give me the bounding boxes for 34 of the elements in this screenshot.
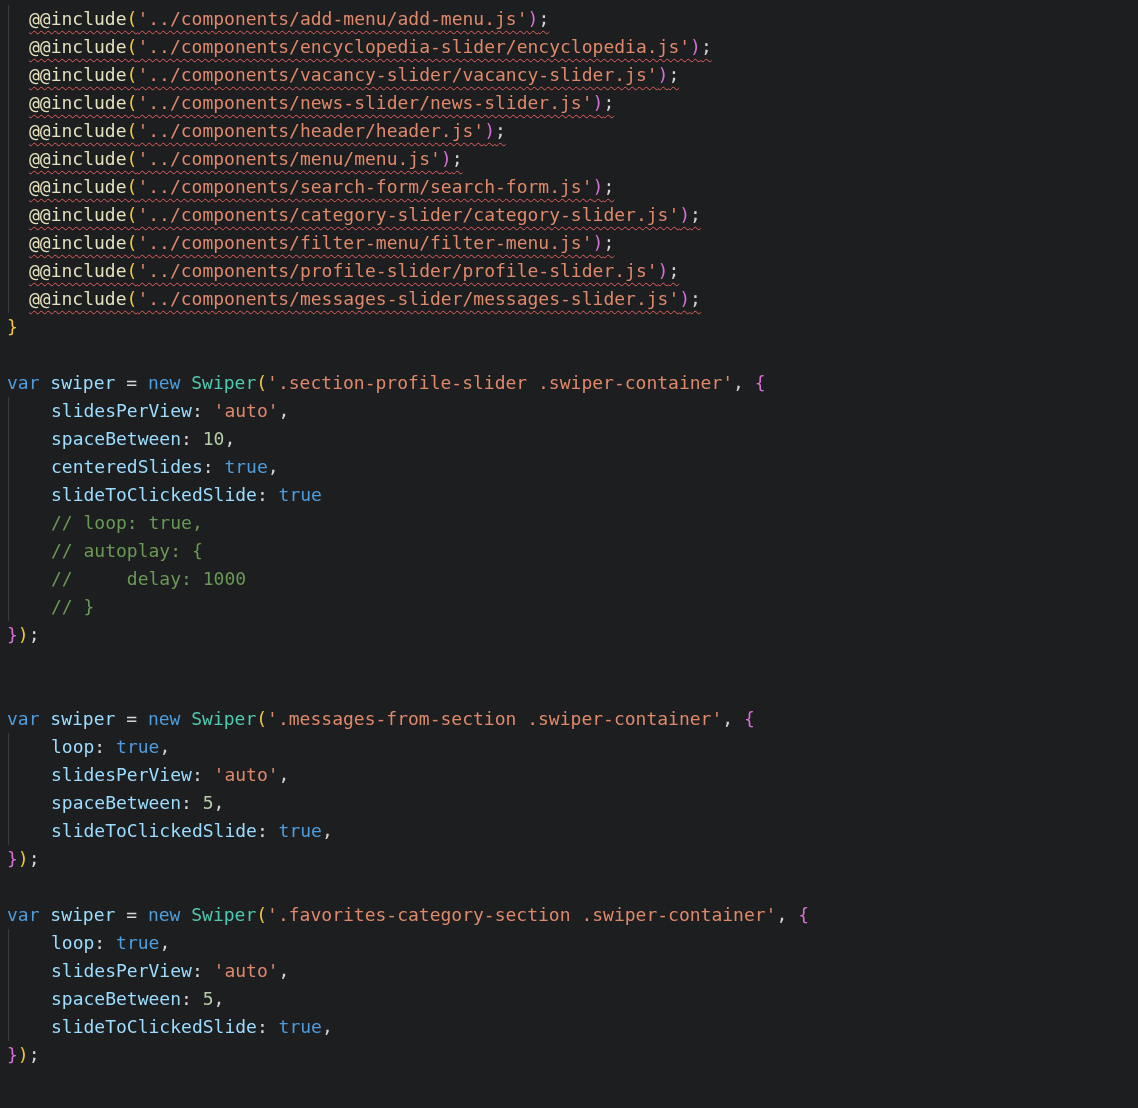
code-line: @@include('../components/news-slider/news-slider.js'); bbox=[29, 91, 615, 115]
code-line: // loop: true, bbox=[51, 511, 203, 535]
code-line: var swiper = new Swiper('.section-profile-slider .swiper-container', { bbox=[7, 371, 766, 395]
code-line: spaceBetween: 5, bbox=[51, 987, 225, 1011]
code-line: var swiper = new Swiper('.favorites-category-section .swiper-container', { bbox=[7, 903, 809, 927]
code-line: @@include('../components/encyclopedia-slider/encyclopedia.js'); bbox=[29, 35, 712, 59]
code-line: } bbox=[7, 315, 18, 339]
code-line: loop: true, bbox=[51, 931, 171, 955]
code-line: @@include('../components/menu/menu.js'); bbox=[29, 147, 463, 171]
code-line: slidesPerView: 'auto', bbox=[51, 763, 290, 787]
code-line: spaceBetween: 5, bbox=[51, 791, 225, 815]
code-line: slideToClickedSlide: true, bbox=[51, 1015, 333, 1039]
code-line: // delay: 1000 bbox=[51, 567, 247, 591]
code-line: // autoplay: { bbox=[51, 539, 203, 563]
code-line: @@include('../components/messages-slider/messages-slider.js'); bbox=[29, 287, 701, 311]
code-line: @@include('../components/profile-slider/profile-slider.js'); bbox=[29, 259, 680, 283]
code-line: // } bbox=[51, 595, 95, 619]
code-line: slidesPerView: 'auto', bbox=[51, 959, 290, 983]
code-line: @@include('../components/header/header.js'); bbox=[29, 119, 506, 143]
code-line: @@include('../components/category-slider/category-slider.js'); bbox=[29, 203, 701, 227]
code-line: loop: true, bbox=[51, 735, 171, 759]
code-line: slidesPerView: 'auto', bbox=[51, 399, 290, 423]
code-line: var swiper = new Swiper('.messages-from-section .swiper-container', { bbox=[7, 707, 755, 731]
code-line: @@include('../components/vacancy-slider/vacancy-slider.js'); bbox=[29, 63, 680, 87]
code-line: }); bbox=[7, 623, 40, 647]
code-line: @@include('../components/filter-menu/filter-menu.js'); bbox=[29, 231, 615, 255]
code-line: }); bbox=[7, 847, 40, 871]
code-line: slideToClickedSlide: true bbox=[51, 483, 322, 507]
code-line: @@include('../components/search-form/search-form.js'); bbox=[29, 175, 615, 199]
code-line: @@include('../components/add-menu/add-menu.js'); bbox=[29, 7, 550, 31]
code-line: spaceBetween: 10, bbox=[51, 427, 236, 451]
code-line: centeredSlides: true, bbox=[51, 455, 279, 479]
code-line: slideToClickedSlide: true, bbox=[51, 819, 333, 843]
code-line: }); bbox=[7, 1043, 40, 1067]
